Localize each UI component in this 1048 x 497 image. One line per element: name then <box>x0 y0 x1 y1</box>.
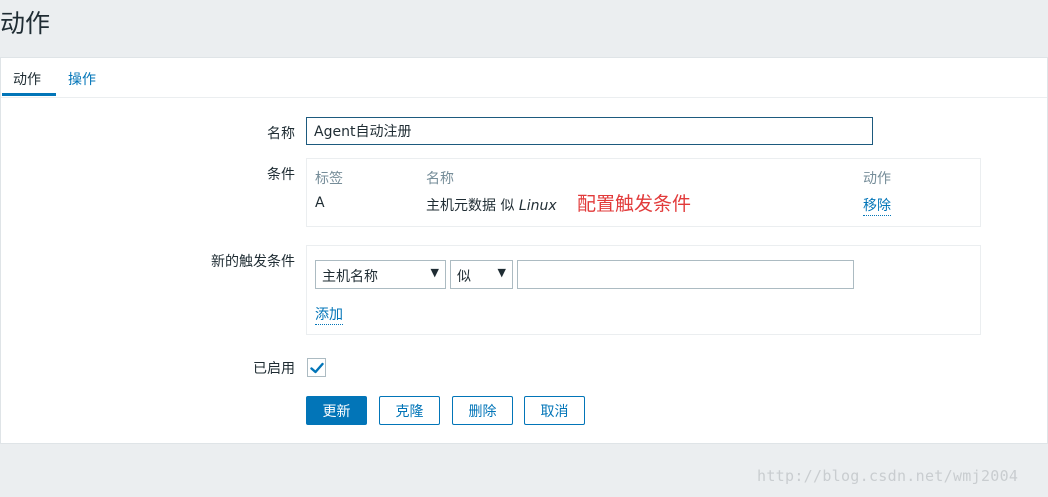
condition-row-label: A <box>315 195 325 211</box>
condition-type-value: 主机名称 <box>322 269 378 285</box>
delete-button[interactable]: 删除 <box>452 396 513 425</box>
tab-bar: 动作 操作 <box>1 58 1047 98</box>
column-header-name: 名称 <box>426 171 454 187</box>
add-condition-link[interactable]: 添加 <box>315 304 343 325</box>
enabled-label: 已启用 <box>253 361 295 377</box>
condition-value-input[interactable] <box>517 260 854 289</box>
condition-operator-select[interactable]: 似 ▼ <box>450 260 513 289</box>
new-condition-box: 主机名称 ▼ 似 ▼ 添加 <box>306 245 981 335</box>
tab-operations[interactable]: 操作 <box>68 69 96 89</box>
condition-name-value: Linux <box>518 198 557 214</box>
enabled-checkbox[interactable] <box>307 358 326 377</box>
name-input[interactable] <box>306 117 873 145</box>
condition-row-name: 主机元数据 似 Linux <box>426 195 557 215</box>
condition-type-select[interactable]: 主机名称 ▼ <box>315 260 446 289</box>
column-header-label: 标签 <box>315 171 343 187</box>
column-header-action: 动作 <box>863 171 891 187</box>
watermark-text: http://blog.csdn.net/wmj2004 <box>757 467 1019 485</box>
action-form-panel: 动作 操作 名称 条件 标签 名称 动作 A 主机元数据 似 Linux 移除 … <box>0 57 1048 444</box>
checkmark-icon <box>310 362 324 374</box>
update-button[interactable]: 更新 <box>306 396 367 425</box>
condition-operator-value: 似 <box>457 269 471 285</box>
dropdown-arrow-icon: ▼ <box>497 266 506 279</box>
conditions-table: 标签 名称 动作 A 主机元数据 似 Linux 移除 配置触发条件 <box>306 158 981 227</box>
name-label: 名称 <box>267 126 295 142</box>
remove-condition-link[interactable]: 移除 <box>863 195 891 216</box>
dropdown-arrow-icon: ▼ <box>430 266 439 279</box>
conditions-label: 条件 <box>267 167 295 183</box>
condition-name-prefix: 主机元数据 似 <box>426 198 519 214</box>
clone-button[interactable]: 克隆 <box>379 396 440 425</box>
active-tab-indicator <box>2 93 56 96</box>
tab-action[interactable]: 动作 <box>13 69 41 89</box>
page-title: 动作 <box>0 9 51 38</box>
new-condition-label: 新的触发条件 <box>211 254 295 270</box>
annotation-text: 配置触发条件 <box>577 193 692 215</box>
cancel-button[interactable]: 取消 <box>524 396 585 425</box>
